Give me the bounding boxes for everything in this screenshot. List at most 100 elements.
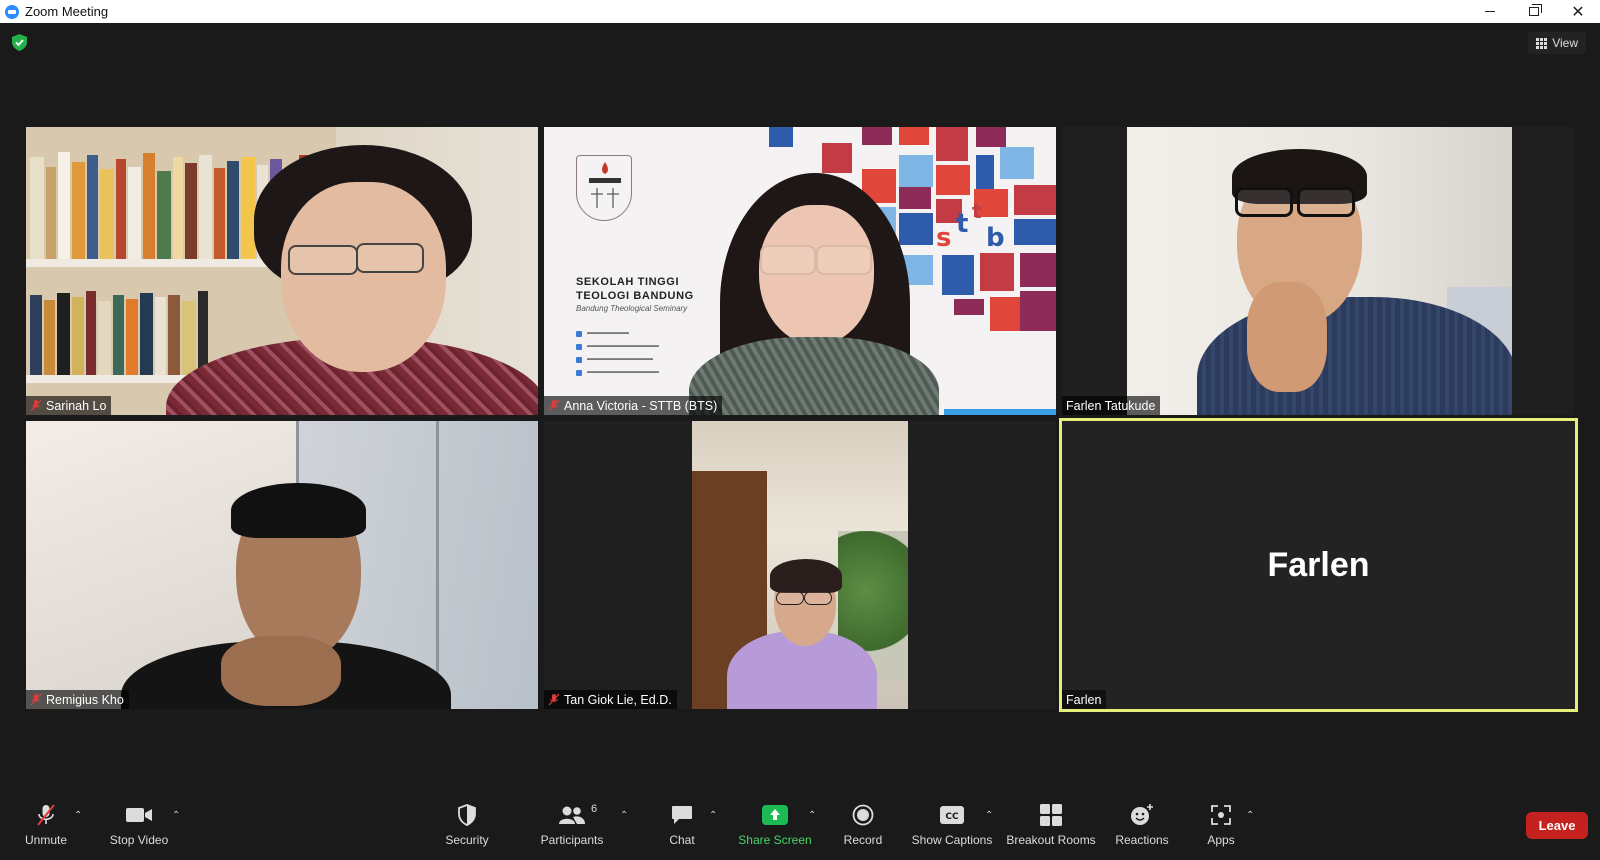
close-icon: ✕ [1571,3,1585,21]
security-label: Security [445,833,489,847]
chat-label: Chat [669,833,695,847]
participant-name: Remigius Kho [46,692,124,707]
glasses [1235,187,1293,217]
glasses [816,245,872,275]
share-options-chevron-icon[interactable]: ⌃ [808,810,816,821]
record-button[interactable]: Record [840,790,886,860]
participant-name: Tan Giok Lie, Ed.D. [564,692,672,707]
restore-icon [1529,4,1542,16]
apps-options-chevron-icon[interactable]: ⌃ [1246,810,1254,821]
glasses [1297,187,1355,217]
video-tile-tan-giok-lie[interactable]: Tan Giok Lie, Ed.D. [544,421,1056,709]
svg-text:CC: CC [945,812,959,822]
participant-name-tag: Remigius Kho [26,690,129,709]
participant-video [692,421,908,709]
sttb-logo-s: s [936,223,952,253]
zoom-logo-icon [5,4,19,19]
participant-hand [1247,282,1327,392]
participant-name-tag: Farlen [1062,690,1107,709]
video-tile-remigius-kho[interactable]: Remigius Kho [26,421,538,709]
minimize-button[interactable] [1468,0,1512,23]
window-frame [436,421,439,709]
audio-options-chevron-icon[interactable]: ⌃ [74,810,82,821]
apps-label: Apps [1207,833,1235,847]
mic-muted-icon [30,693,42,706]
share-screen-label: Share Screen [738,833,812,847]
shield-icon [458,803,476,827]
minimize-icon [1485,11,1495,12]
participant-body [1197,297,1512,415]
window-title: Zoom Meeting [25,4,109,19]
seminary-emblem [576,155,632,221]
participants-options-chevron-icon[interactable]: ⌃ [620,810,628,821]
participants-button[interactable]: 6 Participants [538,790,606,860]
participants-count: 6 [591,803,598,815]
reactions-button[interactable]: Reactions [1114,790,1170,860]
participant-name: Farlen Tatukude [1066,398,1156,413]
chat-options-chevron-icon[interactable]: ⌃ [709,810,717,821]
sttb-logo-t: t [956,209,969,239]
unmute-button[interactable]: Unmute [22,790,70,860]
glasses [804,591,832,605]
window-controls: ✕ [1468,0,1600,23]
participant-hair [770,559,842,593]
glasses [288,245,358,275]
security-button[interactable]: Security [442,790,492,860]
slide-title-line1: SEKOLAH TINGGI [576,276,680,288]
mic-muted-icon [548,399,560,412]
participant-name: Anna Victoria - STTB (BTS) [564,398,718,413]
breakout-rooms-label: Breakout Rooms [1006,833,1096,847]
video-options-chevron-icon[interactable]: ⌃ [172,810,180,821]
view-label: View [1552,36,1578,50]
title-bar: Zoom Meeting ✕ [0,0,1600,23]
participant-face [281,182,446,372]
mic-muted-icon [548,693,560,706]
view-button[interactable]: View [1528,32,1586,54]
grid-view-icon [1536,37,1548,49]
closed-captions-icon: CC [940,803,964,827]
reactions-label: Reactions [1115,833,1169,847]
slide-title: SEKOLAH TINGGI TEOLOGI BANDUNG [576,275,694,303]
sttb-logo-b: b [986,223,1005,253]
participants-icon: 6 [558,803,597,827]
video-tile-farlen-tatukude[interactable]: Farlen Tatukude [1062,127,1574,415]
stop-video-button[interactable]: Stop Video [108,790,170,860]
meeting-toolbar: Unmute ⌃ Stop Video ⌃ Security 6 Partici… [0,790,1600,860]
participant-hair [231,483,366,538]
glasses [760,245,816,275]
leave-button[interactable]: Leave [1526,812,1588,839]
chat-button[interactable]: Chat [664,790,700,860]
participant-name-tag: Anna Victoria - STTB (BTS) [544,396,723,415]
captions-options-chevron-icon[interactable]: ⌃ [985,810,993,821]
participant-display-name: Farlen [1267,545,1370,584]
video-tile-farlen-active-speaker[interactable]: Farlen Farlen [1059,418,1578,712]
slide-contact-list: ▬▬▬▬▬▬▬ ▬▬▬▬▬▬▬▬▬▬▬▬ ▬▬▬▬▬▬▬▬▬▬▬ ▬▬▬▬▬▬▬… [576,327,659,379]
slide-title-line2: TEOLOGI BANDUNG [576,290,694,302]
show-captions-button[interactable]: CC Show Captions [910,790,994,860]
breakout-rooms-button[interactable]: Breakout Rooms [1006,790,1096,860]
reactions-emoji-icon [1130,803,1154,827]
glasses [776,591,804,605]
participant-hand [221,636,341,706]
participant-name-tag: Farlen Tatukude [1062,396,1161,415]
apps-button[interactable]: Apps [1206,790,1236,860]
video-tile-sarinah-lo[interactable]: Sarinah Lo [26,127,538,415]
mic-muted-icon [35,803,57,827]
apps-icon [1210,803,1232,827]
breakout-rooms-icon [1040,803,1062,827]
stop-video-label: Stop Video [109,833,169,847]
glasses [356,243,424,273]
participant-name-tag: Sarinah Lo [26,396,112,415]
record-label: Record [843,833,883,847]
participant-name-tag: Tan Giok Lie, Ed.D. [544,690,677,709]
share-screen-button[interactable]: Share Screen [738,790,812,860]
share-screen-icon [762,803,788,827]
encryption-shield-icon[interactable] [12,34,27,51]
participant-face [759,205,874,345]
video-camera-icon [126,803,152,827]
participant-video [1127,127,1512,415]
video-tile-anna-victoria[interactable]: SEKOLAH TINGGI TEOLOGI BANDUNG Bandung T… [544,127,1056,415]
restore-button[interactable] [1512,0,1556,23]
close-button[interactable]: ✕ [1556,0,1600,23]
mic-muted-icon [30,399,42,412]
